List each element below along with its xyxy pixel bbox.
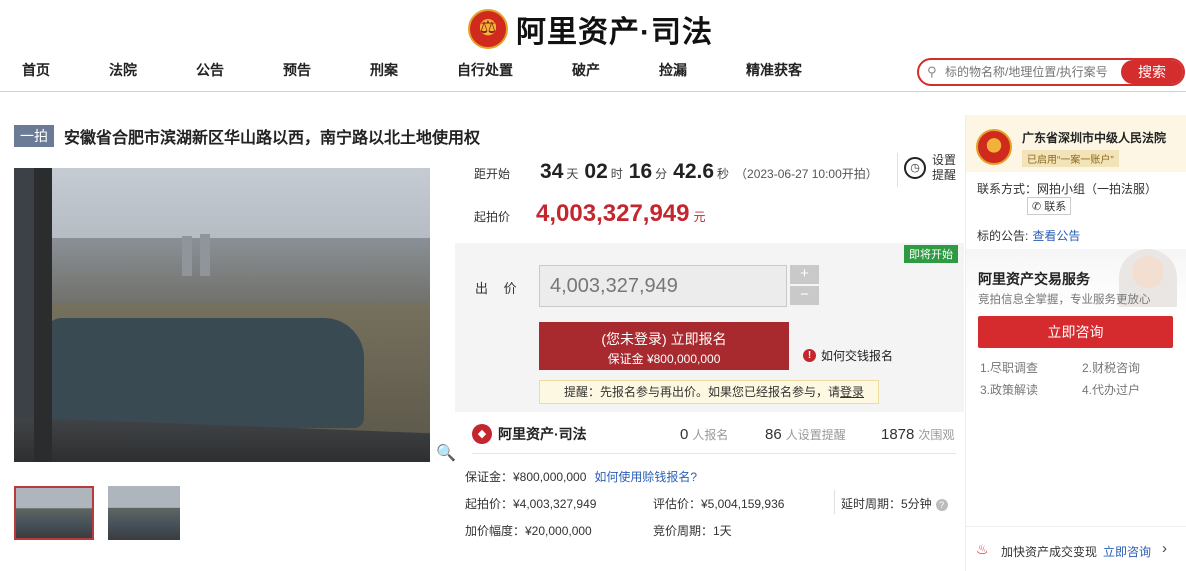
nav-announcement[interactable]: 公告 <box>196 60 224 80</box>
thumbnail-2[interactable] <box>108 486 180 540</box>
service-title: 阿里资产交易服务 <box>978 271 1090 287</box>
item-notice: 标的公告: 查看公告 <box>977 229 1081 243</box>
help-icon[interactable]: ? <box>935 499 948 511</box>
bid-increase-button[interactable]: + <box>790 265 819 284</box>
money-hand-icon: ♨ <box>976 541 989 557</box>
consult-button[interactable]: 立即咨询 <box>978 316 1173 348</box>
service-item[interactable]: 3.政策解读 <box>980 381 1038 398</box>
login-tip: 提醒：先报名参与再出价。如果您已经报名参与，请登录 <box>539 380 879 404</box>
watch-count: 1878 次围观 <box>881 426 955 443</box>
search-button[interactable]: 搜索 <box>1121 60 1183 84</box>
info-icon: ! <box>803 349 816 362</box>
countdown: 距开始 34 天 02 时 16 分 42.6 秒 （2023-06-27 10… <box>474 160 878 183</box>
nav-court[interactable]: 法院 <box>109 60 137 80</box>
court-name[interactable]: 广东省深圳市中级人民法院 <box>1022 129 1166 146</box>
detail-delay-period: 延时周期：5分钟? <box>841 495 948 512</box>
service-item[interactable]: 2.财税咨询 <box>1082 359 1140 376</box>
bottom-consult-link[interactable]: 立即咨询 <box>1103 545 1151 559</box>
thumbnail-1[interactable] <box>14 486 94 540</box>
zoom-icon[interactable]: 🔍 <box>436 443 456 463</box>
search-bar: ⚲ 搜索 <box>917 58 1185 86</box>
court-emblem-icon <box>976 129 1012 165</box>
nav-precise-customer[interactable]: 精准获客 <box>746 60 802 80</box>
service-subtitle: 竞拍信息全掌握，专业服务更放心 <box>978 294 1151 306</box>
bottom-consult-bar[interactable]: ♨ 加快资产成交变现 立即咨询 › <box>966 526 1186 571</box>
nav-self-disposal[interactable]: 自行处置 <box>457 60 513 80</box>
countdown-hours: 02 <box>584 160 608 183</box>
bid-decrease-button[interactable]: − <box>790 286 819 305</box>
round-tag: 一拍 <box>14 125 54 147</box>
service-item[interactable]: 1.尽职调查 <box>980 359 1038 376</box>
site-logo[interactable]: 阿里资产·司法 <box>468 8 713 50</box>
court-seal-icon <box>468 9 508 49</box>
bid-label: 出 价 <box>475 281 523 296</box>
deposit-info: 保证金：¥800,000,000 如何使用赊钱报名? <box>465 470 698 484</box>
bid-amount-input[interactable] <box>539 265 787 307</box>
how-to-pay-link[interactable]: ! 如何交钱报名 <box>803 347 893 364</box>
view-notice-link[interactable]: 查看公告 <box>1032 229 1080 243</box>
nav-criminal[interactable]: 刑案 <box>370 60 398 80</box>
chevron-right-icon: › <box>1162 540 1167 557</box>
signup-button[interactable]: (您未登录) 立即报名 保证金 ¥800,000,000 <box>539 322 789 370</box>
start-time-note: （2023-06-27 10:00开拍） <box>735 167 878 181</box>
countdown-minutes: 16 <box>628 160 653 183</box>
item-title: 安徽省合肥市滨湖新区华山路以西，南宁路以北土地使用权 <box>64 130 481 147</box>
credit-signup-link[interactable]: 如何使用赊钱报名? <box>594 470 697 484</box>
search-input[interactable] <box>945 62 1121 82</box>
bid-panel: 即将开始 出 价 + − (您未登录) 立即报名 保证金 ¥800,000,00… <box>455 243 964 412</box>
nav-preview[interactable]: 预告 <box>283 60 311 80</box>
brand-logo-icon: ◆ <box>472 424 492 444</box>
main-photo[interactable] <box>14 168 430 462</box>
reminder-count: 86 人设置提醒 <box>765 426 846 443</box>
nav-bankruptcy[interactable]: 破产 <box>572 60 600 80</box>
countdown-days: 34 <box>540 160 564 183</box>
signup-count: 0 人报名 <box>680 426 729 443</box>
detail-assess-price: 评估价：¥5,004,159,936 <box>653 497 785 511</box>
service-item[interactable]: 4.代办过户 <box>1082 381 1140 398</box>
nav-bargain[interactable]: 捡漏 <box>659 60 687 80</box>
status-badge: 即将开始 <box>904 245 958 263</box>
start-price-amount: 4,003,327,949 <box>536 200 690 227</box>
detail-start-price: 起拍价：¥4,003,327,949 <box>465 497 597 511</box>
alarm-clock-icon: ◷ <box>904 157 926 179</box>
countdown-seconds: 42.6 <box>673 160 715 183</box>
nav-home[interactable]: 首页 <box>22 60 50 80</box>
search-icon: ⚲ <box>927 64 937 79</box>
contact-button[interactable]: ✆ 联系 <box>1027 197 1072 215</box>
account-badge: 已启用“一案一账户” <box>1022 150 1119 167</box>
detail-bid-period: 竞价周期：1天 <box>653 524 732 538</box>
phone-icon: ✆ <box>1032 201 1042 213</box>
item-title-row: 一拍 安徽省合肥市滨湖新区华山路以西，南宁路以北土地使用权 <box>14 124 480 148</box>
right-sidebar: 广东省深圳市中级人民法院 已启用“一案一账户” 联系方式：网拍小组（一拍法服） … <box>965 115 1186 571</box>
countdown-label: 距开始 <box>474 167 511 181</box>
site-header: 阿里资产·司法 首页 法院 公告 预告 刑案 自行处置 破产 捡漏 精准获客 ⚲… <box>0 0 1186 92</box>
court-card: 广东省深圳市中级人民法院 已启用“一案一账户” <box>966 115 1186 172</box>
login-link[interactable]: 登录 <box>840 385 864 399</box>
brand-name: 阿里资产·司法 <box>516 16 713 49</box>
contact-info: 联系方式：网拍小组（一拍法服） <box>977 182 1158 196</box>
start-price: 起拍价 4,003,327,949 元 <box>474 200 706 227</box>
service-card: 阿里资产交易服务 竞拍信息全掌握，专业服务更放心 立即咨询 1.尽职调查 2.财… <box>966 249 1186 409</box>
detail-increment: 加价幅度：¥20,000,000 <box>465 524 592 538</box>
set-reminder-button[interactable]: ◷ 设置 提醒 <box>897 153 959 187</box>
stats-bar: ◆ 阿里资产·司法 0 人报名 86 人设置提醒 1878 次围观 <box>472 424 956 454</box>
